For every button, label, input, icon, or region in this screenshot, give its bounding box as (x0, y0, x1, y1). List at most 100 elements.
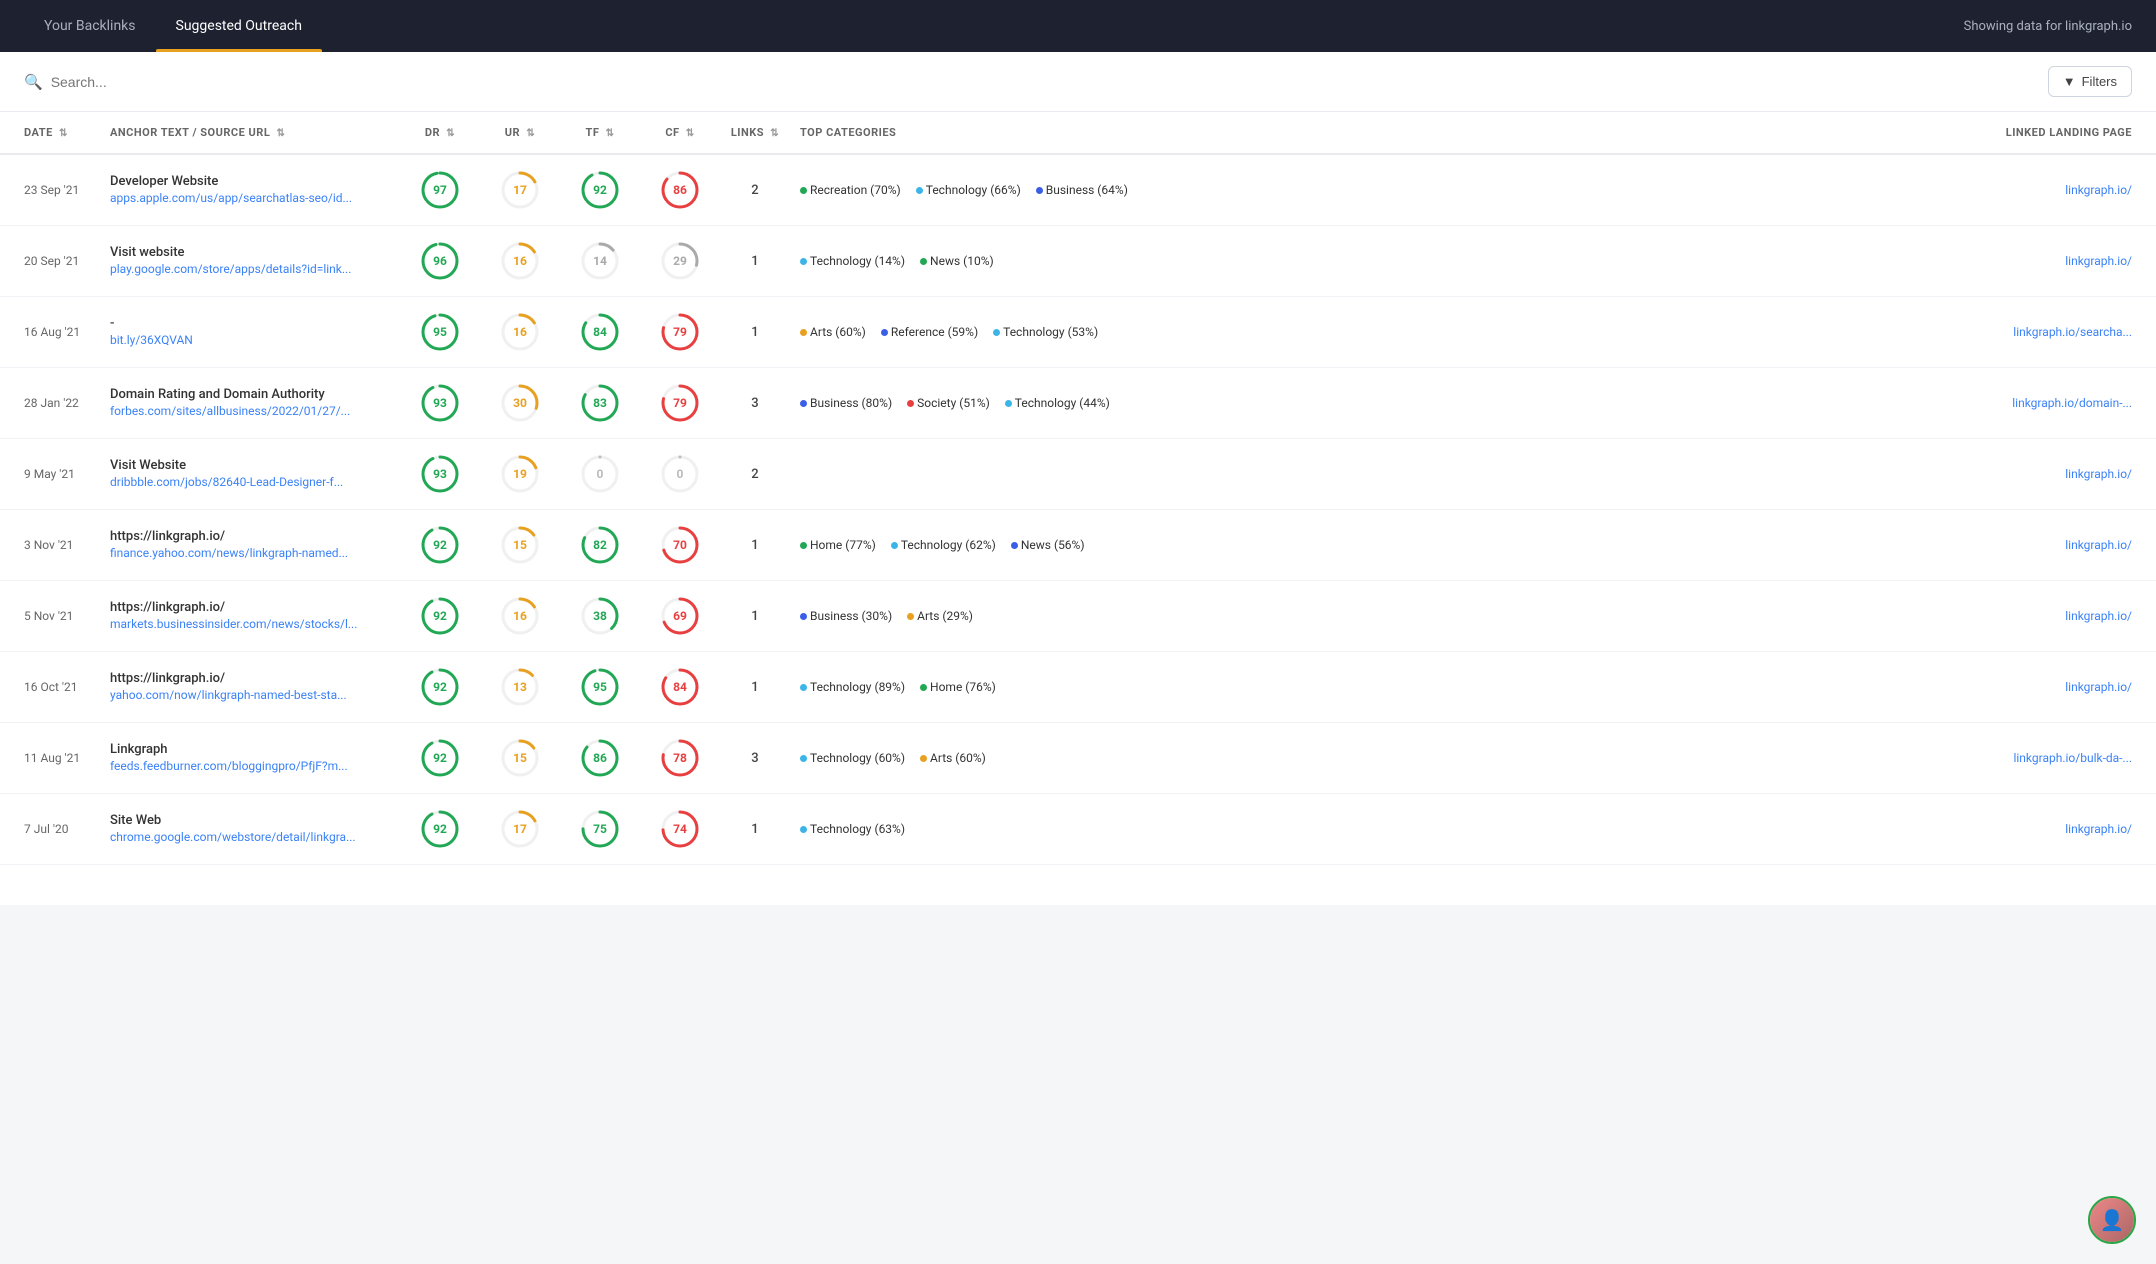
cell-anchor: - bit.ly/36XQVAN (100, 297, 400, 368)
sort-ur-icon: ⇅ (526, 128, 535, 139)
cell-anchor: Site Web chrome.google.com/webstore/deta… (100, 794, 400, 865)
cell-dr: 92 (400, 723, 480, 794)
filter-button[interactable]: ▼ Filters (2048, 66, 2132, 97)
sort-anchor-icon: ⇅ (277, 128, 286, 139)
cell-links: 1 (720, 581, 790, 652)
col-date[interactable]: DATE ⇅ (0, 112, 100, 154)
category-item: Home (77%) (800, 538, 876, 552)
top-navigation: Your Backlinks Suggested Outreach Showin… (0, 0, 2156, 52)
col-tf[interactable]: TF ⇅ (560, 112, 640, 154)
source-url-link[interactable]: feeds.feedburner.com/bloggingpro/PfjF?m.… (110, 759, 348, 773)
col-ur[interactable]: UR ⇅ (480, 112, 560, 154)
backlinks-table: DATE ⇅ ANCHOR TEXT / SOURCE URL ⇅ DR ⇅ U… (0, 112, 2156, 865)
cell-ur: 30 (480, 368, 560, 439)
cell-links: 1 (720, 510, 790, 581)
category-item: Technology (60%) (800, 751, 905, 765)
col-cf[interactable]: CF ⇅ (640, 112, 720, 154)
source-url-link[interactable]: apps.apple.com/us/app/searchatlas-seo/id… (110, 191, 352, 205)
col-links[interactable]: LINKS ⇅ (720, 112, 790, 154)
cell-anchor: Developer Website apps.apple.com/us/app/… (100, 154, 400, 226)
table-row: 16 Oct '21 https://linkgraph.io/ yahoo.c… (0, 652, 2156, 723)
category-item: Business (30%) (800, 609, 892, 623)
cell-categories: Technology (63%) (790, 794, 1735, 865)
filter-label: Filters (2082, 74, 2117, 89)
cell-landing: linkgraph.io/ (1735, 154, 2156, 226)
category-item: Arts (29%) (907, 609, 973, 623)
landing-page-link[interactable]: linkgraph.io/ (2065, 254, 2132, 268)
cell-landing: linkgraph.io/ (1735, 794, 2156, 865)
source-url-link[interactable]: dribbble.com/jobs/82640-Lead-Designer-f.… (110, 475, 343, 489)
cell-tf: 83 (560, 368, 640, 439)
col-anchor[interactable]: ANCHOR TEXT / SOURCE URL ⇅ (100, 112, 400, 154)
cell-categories: Recreation (70%) Technology (66%) Busine… (790, 154, 1735, 226)
cell-tf: 84 (560, 297, 640, 368)
col-categories: TOP CATEGORIES (790, 112, 1735, 154)
cell-categories (790, 439, 1735, 510)
avatar-image: 👤 (2090, 1198, 2134, 1242)
source-url-link[interactable]: forbes.com/sites/allbusiness/2022/01/27/… (110, 404, 350, 418)
cell-links: 2 (720, 154, 790, 226)
anchor-text: Site Web (110, 813, 390, 828)
landing-page-link[interactable]: linkgraph.io/ (2065, 680, 2132, 694)
search-box: 🔍 (24, 73, 724, 91)
landing-page-link[interactable]: linkgraph.io/ (2065, 609, 2132, 623)
cell-ur: 16 (480, 226, 560, 297)
source-url-link[interactable]: finance.yahoo.com/news/linkgraph-named..… (110, 546, 348, 560)
cell-links: 1 (720, 297, 790, 368)
cell-date: 3 Nov '21 (0, 510, 100, 581)
cell-dr: 97 (400, 154, 480, 226)
cell-date: 5 Nov '21 (0, 581, 100, 652)
sort-cf-icon: ⇅ (686, 128, 695, 139)
source-url-link[interactable]: markets.businessinsider.com/news/stocks/… (110, 617, 357, 631)
landing-page-link[interactable]: linkgraph.io/bulk-da-... (2013, 751, 2132, 765)
cell-date: 7 Jul '20 (0, 794, 100, 865)
col-landing: LINKED LANDING PAGE (1735, 112, 2156, 154)
landing-page-link[interactable]: linkgraph.io/ (2065, 822, 2132, 836)
search-icon: 🔍 (24, 73, 43, 91)
tab-your-backlinks[interactable]: Your Backlinks (24, 0, 156, 52)
cell-date: 9 May '21 (0, 439, 100, 510)
cell-tf: 0 (560, 439, 640, 510)
cell-ur: 16 (480, 297, 560, 368)
source-url-link[interactable]: chrome.google.com/webstore/detail/linkgr… (110, 830, 356, 844)
cell-tf: 86 (560, 723, 640, 794)
cell-tf: 75 (560, 794, 640, 865)
landing-page-link[interactable]: linkgraph.io/ (2065, 183, 2132, 197)
cell-categories: Business (80%) Society (51%) Technology … (790, 368, 1735, 439)
category-item: News (10%) (920, 254, 994, 268)
cell-anchor: https://linkgraph.io/ yahoo.com/now/link… (100, 652, 400, 723)
avatar[interactable]: 👤 (2088, 1196, 2136, 1244)
filter-icon: ▼ (2063, 74, 2076, 89)
source-url-link[interactable]: yahoo.com/now/linkgraph-named-best-sta..… (110, 688, 347, 702)
cell-dr: 92 (400, 794, 480, 865)
landing-page-link[interactable]: linkgraph.io/searcha... (2013, 325, 2132, 339)
table-row: 9 May '21 Visit Website dribbble.com/job… (0, 439, 2156, 510)
cell-cf: 69 (640, 581, 720, 652)
sort-tf-icon: ⇅ (606, 128, 615, 139)
cell-cf: 86 (640, 154, 720, 226)
anchor-text: Domain Rating and Domain Authority (110, 387, 390, 402)
cell-anchor: https://linkgraph.io/ markets.businessin… (100, 581, 400, 652)
cell-links: 1 (720, 652, 790, 723)
table-container: DATE ⇅ ANCHOR TEXT / SOURCE URL ⇅ DR ⇅ U… (0, 112, 2156, 905)
cell-ur: 17 (480, 154, 560, 226)
cell-dr: 93 (400, 368, 480, 439)
table-row: 3 Nov '21 https://linkgraph.io/ finance.… (0, 510, 2156, 581)
cell-links: 3 (720, 723, 790, 794)
cell-links: 2 (720, 439, 790, 510)
landing-page-link[interactable]: linkgraph.io/ (2065, 467, 2132, 481)
table-row: 16 Aug '21 - bit.ly/36XQVAN 95 16 (0, 297, 2156, 368)
category-item: Technology (63%) (800, 822, 905, 836)
search-input[interactable] (51, 74, 724, 90)
col-dr[interactable]: DR ⇅ (400, 112, 480, 154)
source-url-link[interactable]: play.google.com/store/apps/details?id=li… (110, 262, 351, 276)
category-item: Society (51%) (907, 396, 990, 410)
cell-landing: linkgraph.io/ (1735, 439, 2156, 510)
tab-suggested-outreach[interactable]: Suggested Outreach (156, 0, 322, 52)
landing-page-link[interactable]: linkgraph.io/ (2065, 538, 2132, 552)
source-url-link[interactable]: bit.ly/36XQVAN (110, 333, 193, 347)
table-row: 11 Aug '21 Linkgraph feeds.feedburner.co… (0, 723, 2156, 794)
domain-info: Showing data for linkgraph.io (1964, 19, 2132, 34)
landing-page-link[interactable]: linkgraph.io/domain-... (2012, 396, 2132, 410)
cell-tf: 92 (560, 154, 640, 226)
